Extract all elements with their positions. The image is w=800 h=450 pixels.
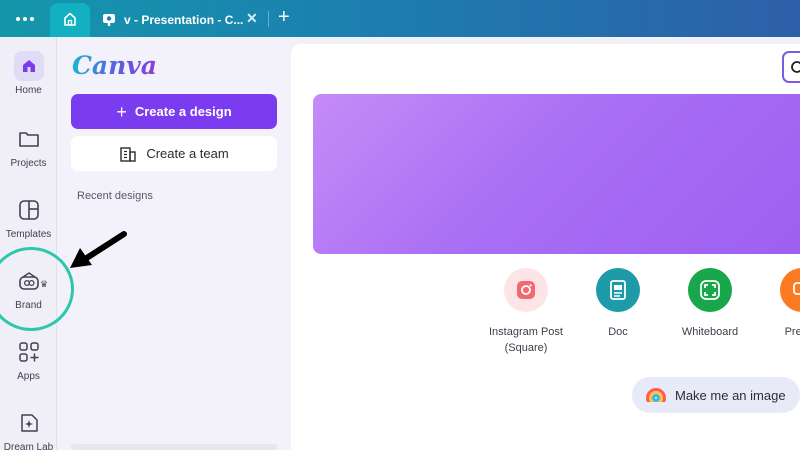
presentation-icon [780, 268, 800, 312]
rail-label-apps: Apps [17, 371, 40, 382]
presentation-tab[interactable]: v - Presentation - C... ✕ [92, 3, 268, 37]
home-icon [13, 51, 44, 81]
rail-item-apps[interactable]: Apps [0, 337, 57, 401]
home-tab[interactable] [50, 3, 90, 37]
quick-action-label: Whiteboard [681, 326, 739, 338]
panel-footer-strip [71, 444, 277, 450]
create-design-label: Create a design [134, 104, 232, 119]
quick-action-label: Instagram Post (Square) [489, 326, 563, 354]
browser-tab-bar: v - Presentation - C... ✕ + [0, 0, 800, 37]
rail-item-dream-lab[interactable]: Dream Lab [0, 408, 57, 450]
canva-logo[interactable]: Canva [72, 51, 157, 80]
tab-divider [268, 11, 269, 27]
pointer-arrow-icon [70, 231, 127, 268]
quick-action-label: Doc [608, 326, 628, 338]
create-team-label: Create a team [146, 146, 229, 161]
building-icon [120, 146, 137, 162]
quick-action-label: Presen [784, 326, 800, 338]
rail-label-projects: Projects [10, 158, 47, 169]
recent-designs-heading: Recent designs [77, 190, 153, 202]
quick-action-presentation[interactable]: Presen [756, 268, 800, 340]
close-tab-icon[interactable]: ✕ [246, 11, 258, 25]
presentation-favicon-icon [103, 14, 115, 26]
dream-lab-icon [14, 408, 44, 438]
hero-banner[interactable] [313, 94, 800, 254]
templates-icon [14, 195, 44, 225]
quick-action-whiteboard[interactable]: Whiteboard [664, 268, 756, 340]
create-design-button[interactable]: + Create a design [71, 94, 277, 129]
rainbow-icon [646, 388, 666, 402]
more-options-icon[interactable] [16, 17, 34, 21]
rail-item-home[interactable]: Home [0, 51, 57, 115]
quick-action-doc[interactable]: Doc [572, 268, 664, 340]
search-button[interactable] [782, 51, 800, 83]
make-image-prompt-button[interactable]: Make me an image [632, 377, 800, 413]
left-navigation-rail: Home Projects Templates Brand Apps Dream… [0, 37, 57, 450]
quick-action-instagram-post[interactable]: Instagram Post (Square) [480, 268, 572, 356]
rail-label-templates: Templates [5, 229, 52, 240]
rail-label-dream-lab: Dream Lab [3, 442, 54, 450]
make-image-label: Make me an image [675, 387, 786, 403]
create-team-button[interactable]: Create a team [71, 136, 277, 171]
crown-icon: ♛ [40, 279, 49, 289]
plus-icon: + [116, 101, 127, 122]
presentation-tab-title: v - Presentation - C... [124, 13, 244, 27]
main-content: Instagram Post (Square) Doc Whiteboard P… [291, 44, 800, 450]
new-tab-button[interactable]: + [278, 7, 290, 27]
doc-icon [596, 268, 640, 312]
folder-icon [14, 124, 44, 154]
apps-icon [14, 337, 44, 367]
whiteboard-icon [688, 268, 732, 312]
rail-label-home: Home [15, 85, 42, 96]
instagram-icon [504, 268, 548, 312]
rail-item-projects[interactable]: Projects [0, 124, 57, 188]
home-tab-icon [64, 12, 76, 26]
search-icon [791, 61, 800, 73]
